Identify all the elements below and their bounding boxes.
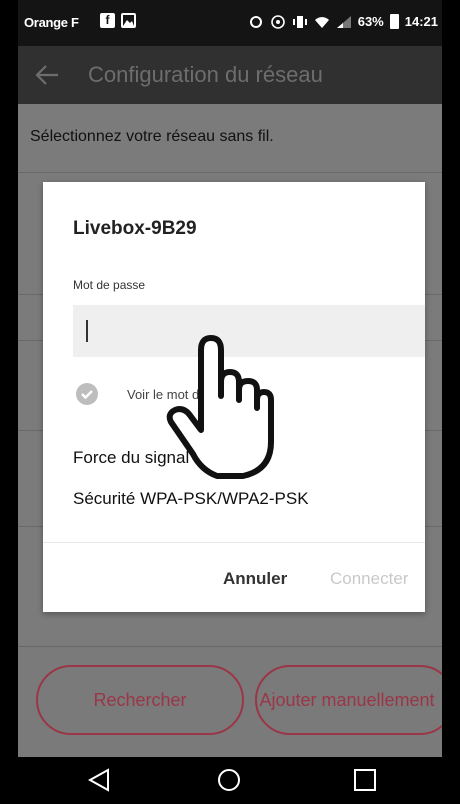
check-icon	[81, 390, 93, 400]
home-circle-icon[interactable]	[216, 767, 242, 793]
show-password-checkbox[interactable]	[76, 383, 98, 405]
carrier-label: Orange F	[24, 15, 79, 30]
facebook-notification-icon: f	[100, 13, 115, 28]
wifi-icon	[314, 16, 329, 28]
page-subtitle: Sélectionnez votre réseau sans fil.	[30, 128, 274, 145]
sync-icon	[249, 15, 262, 28]
page-title: Configuration du réseau	[88, 62, 323, 87]
back-triangle-icon[interactable]	[86, 767, 112, 793]
pointing-hand-icon	[166, 335, 274, 479]
phone-screen: Orange F f 63% 14:21 Configuration du ré…	[18, 0, 442, 804]
password-label: Mot de passe	[73, 278, 146, 292]
cancel-button[interactable]: Annuler	[223, 569, 287, 589]
connect-button[interactable]: Connecter	[330, 569, 408, 589]
status-bar: Orange F f 63% 14:21	[18, 0, 442, 46]
battery-percent: 63%	[357, 14, 384, 29]
signal-icon	[336, 15, 351, 28]
vibrate-icon	[292, 15, 307, 28]
app-toolbar: Configuration du réseau	[18, 46, 442, 104]
arrow-left-icon[interactable]	[34, 62, 60, 88]
divider	[18, 172, 442, 173]
navigation-bar	[18, 757, 442, 804]
battery-icon	[389, 14, 399, 29]
clock: 14:21	[404, 14, 438, 29]
recents-square-icon[interactable]	[352, 767, 378, 793]
dialog-divider	[43, 542, 425, 543]
network-name: Livebox-9B29	[73, 218, 197, 239]
search-button[interactable]: Rechercher	[36, 665, 244, 735]
add-manually-button[interactable]: Ajouter manuellement	[255, 665, 442, 735]
nfc-icon	[270, 14, 285, 29]
security-text: Sécurité WPA-PSK/WPA2-PSK	[73, 489, 309, 508]
image-notification-icon	[121, 13, 136, 28]
bottom-actions: Rechercher Ajouter manuellement	[18, 647, 442, 757]
text-cursor	[86, 320, 88, 342]
